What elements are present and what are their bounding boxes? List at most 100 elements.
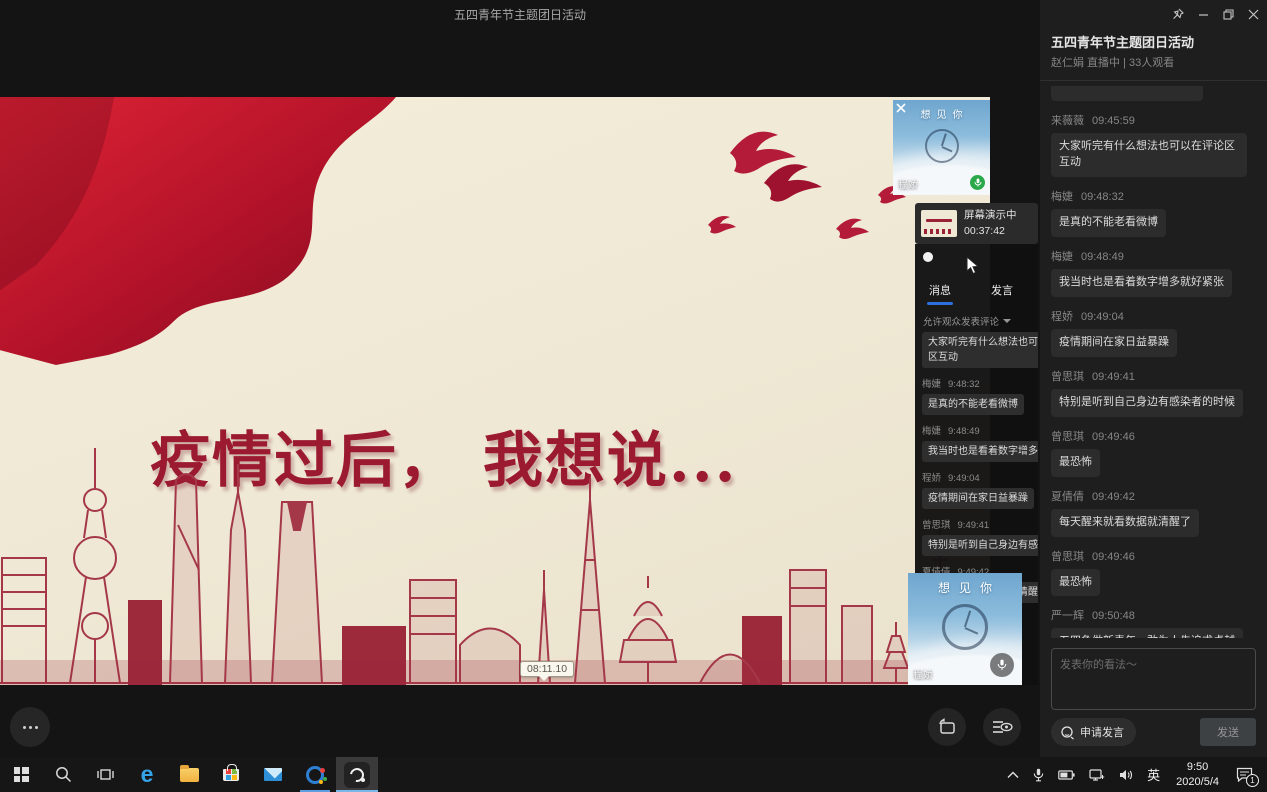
- restore-icon[interactable]: [1220, 6, 1236, 22]
- close-icon[interactable]: [895, 102, 907, 114]
- panel-message-bubble: 我当时也是看着数字增多就好紧张: [922, 441, 1038, 462]
- panel-message-bubble: 大家听完有什么想法也可以在评论区互动: [922, 332, 1038, 368]
- main-window-title: 五四青年节主题团日活动: [454, 6, 586, 23]
- clock-date: 2020/5/4: [1176, 775, 1219, 789]
- chat-message: 曾思琪09:49:41 特别是听到自己身边有感染者的时候: [1051, 368, 1259, 417]
- poster-title: 想见你: [908, 579, 1022, 596]
- microphone-on-icon: [970, 175, 985, 190]
- speaker-name-label: 程娇: [898, 176, 918, 191]
- tray-network-button[interactable]: [1082, 757, 1112, 792]
- windows-logo-icon: [14, 767, 29, 782]
- taskbar-tencent-button[interactable]: [294, 757, 336, 792]
- clock-time: 9:50: [1176, 760, 1219, 774]
- switch-screen-button[interactable]: [928, 708, 966, 746]
- taskbar-active-app-button[interactable]: [336, 757, 378, 792]
- speaker-video-thumbnail[interactable]: 想见你 程娇: [908, 573, 1022, 685]
- tab-messages[interactable]: 消息: [929, 282, 951, 298]
- send-button[interactable]: 发送: [1200, 718, 1256, 746]
- live-status-subtitle: 赵仁娟 直播中 | 33人观看: [1051, 54, 1174, 70]
- tray-expand-button[interactable]: [1000, 757, 1026, 792]
- microphone-icon: [1033, 768, 1044, 782]
- raise-hand-icon: [1060, 725, 1075, 740]
- attendee-list-button[interactable]: [983, 708, 1021, 746]
- microphone-muted-icon: [990, 653, 1014, 677]
- poster-clock-graphic: [925, 129, 959, 163]
- action-center-button[interactable]: 1: [1228, 757, 1267, 792]
- panel-message-meta: 梅婕9:48:32: [922, 376, 1038, 390]
- slide-mini-thumbnail: [921, 210, 957, 237]
- screen-share-status: 屏幕演示中: [964, 208, 1017, 223]
- clipped-message-bubble: [1051, 86, 1203, 101]
- divider: [1040, 80, 1267, 81]
- chat-message: 梅婕09:48:32 是真的不能老看微博: [1051, 188, 1259, 237]
- sidebar-title: 五四青年节主题团日活动: [1051, 32, 1194, 51]
- slide-time-tooltip: 08:11.10: [520, 661, 574, 677]
- chat-message: 程娇09:49:04 疫情期间在家日益暴躁: [1051, 308, 1259, 357]
- window-controls: [1170, 6, 1261, 22]
- chat-message: 严一辉09:50:48 五四争做新青年，敢为人先追求卓越: [1051, 607, 1259, 638]
- panel-tabs: 消息 发言: [929, 282, 1013, 298]
- battery-icon: [1058, 770, 1075, 780]
- tray-microphone-button[interactable]: [1026, 757, 1051, 792]
- search-icon: [55, 766, 72, 783]
- panel-message-bubble: 特别是听到自己身边有感染者的时候: [922, 535, 1038, 556]
- chat-message-list[interactable]: 来薇薇09:45:59 大家听完有什么想法也可以在评论区互动 梅婕09:48:3…: [1051, 86, 1259, 638]
- chat-message: 来薇薇09:45:59 大家听完有什么想法也可以在评论区互动: [1051, 112, 1259, 177]
- panel-message-list[interactable]: 大家听完有什么想法也可以在评论区互动 梅婕9:48:32 是真的不能老看微博 梅…: [922, 332, 1038, 603]
- taskbar-store-button[interactable]: [210, 757, 252, 792]
- poster-clock-graphic: [942, 604, 988, 650]
- tab-speak[interactable]: 发言: [991, 282, 1013, 298]
- screen-share-status-pill[interactable]: 屏幕演示中 00:37:42: [915, 203, 1038, 244]
- city-skyline-graphic: [0, 430, 990, 685]
- live-chat-sidebar: 五四青年节主题团日活动 赵仁娟 直播中 | 33人观看 来薇薇09:45:59 …: [1040, 0, 1267, 757]
- meeting-app-icon: [344, 762, 370, 788]
- chevron-down-icon: [1003, 319, 1011, 327]
- ime-indicator: 英: [1147, 765, 1160, 784]
- minimize-icon[interactable]: [1195, 6, 1211, 22]
- edge-icon: e: [141, 763, 154, 786]
- tray-battery-button[interactable]: [1051, 757, 1082, 792]
- pin-icon[interactable]: [1170, 6, 1186, 22]
- tray-ime-button[interactable]: 英: [1140, 757, 1167, 792]
- chevron-up-icon: [1007, 771, 1019, 779]
- allow-comments-dropdown[interactable]: 允许观众发表评论: [923, 314, 1011, 328]
- taskbar-clock[interactable]: 9:50 2020/5/4: [1167, 760, 1228, 789]
- chat-message: 曾思琪09:49:46 最恐怖: [1051, 428, 1259, 477]
- windows-taskbar: e: [0, 757, 1267, 792]
- system-tray: 英 9:50 2020/5/4 1: [1000, 757, 1267, 792]
- mouse-cursor: [966, 256, 979, 275]
- composer-actions: 申请发言 发送: [1051, 718, 1256, 746]
- taskbar-edge-button[interactable]: e: [126, 757, 168, 792]
- screen-share-timer: 00:37:42: [964, 224, 1017, 239]
- speaker-name-label: 程娇: [913, 666, 933, 681]
- panel-message-bubble: 是真的不能老看微博: [922, 394, 1024, 415]
- microsoft-store-icon: [223, 769, 239, 781]
- start-button[interactable]: [0, 757, 42, 792]
- taskbar-explorer-button[interactable]: [168, 757, 210, 792]
- presentation-window: 五四青年节主题团日活动: [0, 0, 1040, 757]
- chat-message: 曾思琪09:49:46 最恐怖: [1051, 548, 1259, 597]
- chat-message: 夏倩倩09:49:42 每天醒来就看数据就清醒了: [1051, 488, 1259, 537]
- task-view-icon: [97, 767, 114, 782]
- main-titlebar: 五四青年节主题团日活动: [0, 0, 1040, 28]
- tray-volume-button[interactable]: [1112, 757, 1140, 792]
- birds-graphic: [690, 117, 920, 267]
- chat-message: 梅婕09:48:49 我当时也是看着数字增多就好紧张: [1051, 248, 1259, 297]
- panel-message-meta: 梅婕9:48:49: [922, 423, 1038, 437]
- panel-indicator-dot[interactable]: [923, 252, 933, 262]
- shared-slide: 疫情过后， 我想说...: [0, 97, 990, 685]
- self-video-thumbnail[interactable]: 想见你 程娇: [893, 100, 990, 195]
- comment-input[interactable]: [1051, 648, 1256, 710]
- speaker-icon: [1119, 769, 1133, 781]
- more-options-button[interactable]: [10, 707, 50, 747]
- panel-message-meta: 曾思琪9:49:41: [922, 517, 1038, 531]
- notification-count-badge: 1: [1246, 774, 1259, 787]
- taskbar-search-button[interactable]: [42, 757, 84, 792]
- network-icon: [1089, 769, 1105, 781]
- taskbar-mail-button[interactable]: [252, 757, 294, 792]
- panel-message-bubble: 疫情期间在家日益暴躁: [922, 488, 1034, 509]
- close-icon[interactable]: [1245, 6, 1261, 22]
- poster-title: 想见你: [893, 106, 990, 121]
- request-speak-button[interactable]: 申请发言: [1051, 718, 1136, 746]
- task-view-button[interactable]: [84, 757, 126, 792]
